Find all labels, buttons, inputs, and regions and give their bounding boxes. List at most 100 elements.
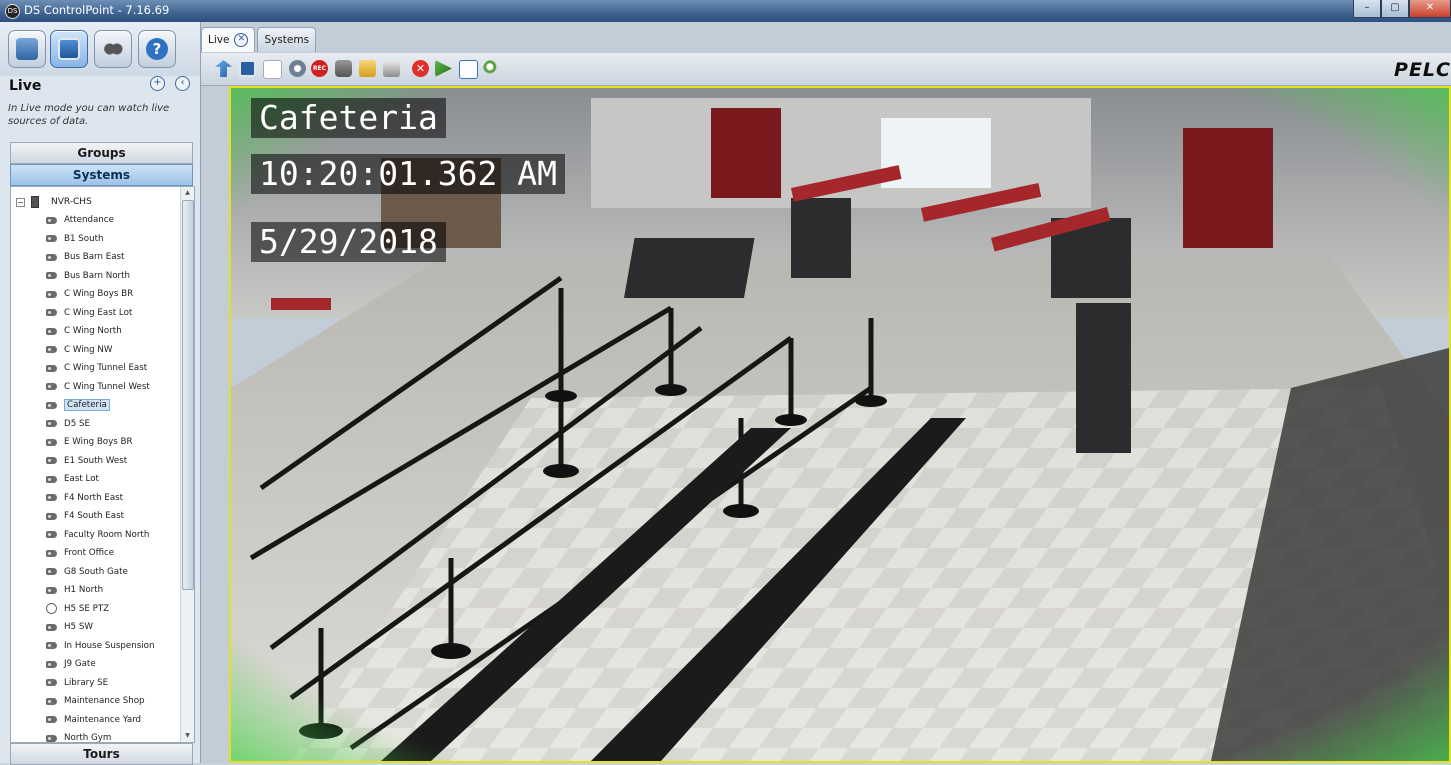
time-overlay: 10:20:01.362 AM	[251, 154, 566, 194]
tours-header[interactable]: Tours	[10, 743, 193, 765]
camera-item[interactable]: C Wing Boys BR	[46, 285, 155, 304]
maximize-button[interactable]: ▢	[1381, 0, 1409, 18]
camera-icon	[46, 272, 57, 280]
tree-root-nvr[interactable]: − NVR-CHS	[16, 195, 92, 209]
mode-selector: ?	[0, 22, 200, 76]
camera-item[interactable]: Front Office	[46, 544, 155, 563]
camera-item-label: Cafeteria	[64, 399, 110, 412]
search-mode-button[interactable]	[94, 30, 132, 68]
camera-icon	[46, 734, 57, 742]
ptz-icon[interactable]	[435, 60, 452, 77]
camera-item[interactable]: F4 South East	[46, 507, 155, 526]
help-button[interactable]: ?	[138, 30, 176, 68]
camera-icon	[46, 716, 57, 724]
close-button[interactable]: ✕	[1409, 0, 1451, 18]
tree-scrollbar[interactable]: ▲ ▼	[180, 187, 194, 742]
camera-item[interactable]: Maintenance Yard	[46, 711, 155, 730]
camera-item[interactable]: E1 South West	[46, 452, 155, 471]
camera-icon	[46, 383, 57, 391]
camera-item-label: East Lot	[64, 474, 99, 485]
camera-item[interactable]: Faculty Room North	[46, 526, 155, 545]
server-icon	[31, 196, 39, 208]
systems-header[interactable]: Systems	[10, 164, 193, 186]
collapse-toggle-icon[interactable]: −	[16, 197, 25, 207]
section-title: Live	[9, 78, 42, 94]
main-area: Live ✕ Systems REC ✕ PELC Cafeteria 10:2…	[201, 22, 1451, 763]
camera-item-label: E1 South West	[64, 455, 128, 466]
camera-icon	[46, 290, 57, 298]
edit-icon[interactable]	[459, 60, 478, 79]
camera-item[interactable]: G8 South Gate	[46, 563, 155, 582]
tab-systems[interactable]: Systems	[257, 27, 317, 52]
camera-item[interactable]: D5 SE	[46, 415, 155, 434]
camera-list: Attendance B1 South Bus Barn East Bus Barn …	[46, 211, 155, 742]
camera-item[interactable]: North Gym	[46, 729, 155, 742]
network-mode-button[interactable]	[8, 30, 46, 68]
tree-root-label: NVR-CHS	[51, 197, 92, 207]
live-mode-button[interactable]	[50, 30, 88, 68]
camera-icon	[46, 309, 57, 317]
folder-open-icon[interactable]	[359, 60, 376, 77]
camera-item[interactable]: C Wing Tunnel West	[46, 378, 155, 397]
mode-description: In Live mode you can watch live sources …	[8, 103, 170, 127]
camera-item-label: J9 Gate	[64, 659, 96, 670]
add-icon[interactable]: +	[150, 76, 165, 91]
camera-item[interactable]: C Wing East Lot	[46, 304, 155, 323]
camera-item-label: H1 North	[64, 585, 104, 596]
camera-item-label: Attendance	[64, 215, 114, 226]
camera-item[interactable]: B1 South	[46, 230, 155, 249]
camera-item[interactable]: East Lot	[46, 470, 155, 489]
camera-item[interactable]: E Wing Boys BR	[46, 433, 155, 452]
camera-icon	[46, 642, 57, 650]
video-tile[interactable]: Cafeteria 10:20:01.362 AM 5/29/2018	[229, 86, 1451, 763]
stop-icon[interactable]: ✕	[412, 60, 429, 77]
camera-item-label: Maintenance Yard	[64, 714, 142, 725]
camera-item-label: Faculty Room North	[64, 529, 150, 540]
camera-item[interactable]: H5 SW	[46, 618, 155, 637]
blank-layout-icon[interactable]	[263, 60, 282, 79]
minimize-button[interactable]: –	[1353, 0, 1381, 18]
scroll-up-icon[interactable]: ▲	[181, 187, 194, 199]
camera-settings-icon[interactable]	[289, 60, 306, 77]
camera-item[interactable]: J9 Gate	[46, 655, 155, 674]
camera-icon	[46, 660, 57, 668]
close-tab-icon[interactable]: ✕	[234, 33, 249, 47]
tab-strip: Live ✕ Systems	[201, 27, 318, 52]
camera-item-label: C Wing Boys BR	[64, 289, 134, 300]
camera-icon	[46, 512, 57, 520]
snapshot-icon[interactable]	[335, 60, 352, 77]
systems-tree: − NVR-CHS Attendance B1 South Bus Barn Eas…	[10, 186, 195, 743]
camera-item[interactable]: C Wing NW	[46, 341, 155, 360]
zoom-icon[interactable]	[483, 60, 500, 77]
scroll-down-icon[interactable]: ▼	[181, 730, 194, 742]
title-bar: DS DS ControlPoint - 7.16.69 – ▢ ✕	[0, 0, 1451, 22]
camera-item[interactable]: Attendance	[46, 211, 155, 230]
camera-item[interactable]: Maintenance Shop	[46, 692, 155, 711]
camera-item[interactable]: In House Suspension	[46, 637, 155, 656]
monitor-icon	[58, 38, 80, 60]
tab-live[interactable]: Live ✕	[201, 27, 256, 52]
camera-item-label: C Wing Tunnel West	[64, 381, 150, 392]
left-navigation-panel: ? Live + ‹ In Live mode you can watch li…	[0, 22, 201, 765]
camera-icon	[46, 697, 57, 705]
groups-header[interactable]: Groups	[10, 142, 193, 164]
camera-item[interactable]: Bus Barn East	[46, 248, 155, 267]
camera-item[interactable]: C Wing North	[46, 322, 155, 341]
camera-icon	[46, 457, 57, 465]
print-icon[interactable]	[383, 60, 400, 77]
back-arrow-icon[interactable]	[215, 60, 232, 77]
camera-item[interactable]: H1 North	[46, 581, 155, 600]
grid-layout-icon[interactable]	[239, 60, 256, 77]
camera-item[interactable]: F4 North East	[46, 489, 155, 508]
camera-item[interactable]: C Wing Tunnel East	[46, 359, 155, 378]
camera-item[interactable]: Bus Barn North	[46, 267, 155, 286]
camera-item-label: In House Suspension	[64, 640, 155, 651]
live-toolbar: REC ✕ PELC	[201, 53, 1451, 86]
collapse-panel-icon[interactable]: ‹	[175, 76, 190, 91]
scrollbar-thumb[interactable]	[182, 200, 194, 590]
camera-item[interactable]: H5 SE PTZ	[46, 600, 155, 619]
binoculars-icon	[102, 38, 124, 60]
camera-item[interactable]: Library SE	[46, 674, 155, 693]
record-icon[interactable]: REC	[311, 60, 328, 77]
camera-item[interactable]: Cafeteria	[46, 396, 155, 415]
